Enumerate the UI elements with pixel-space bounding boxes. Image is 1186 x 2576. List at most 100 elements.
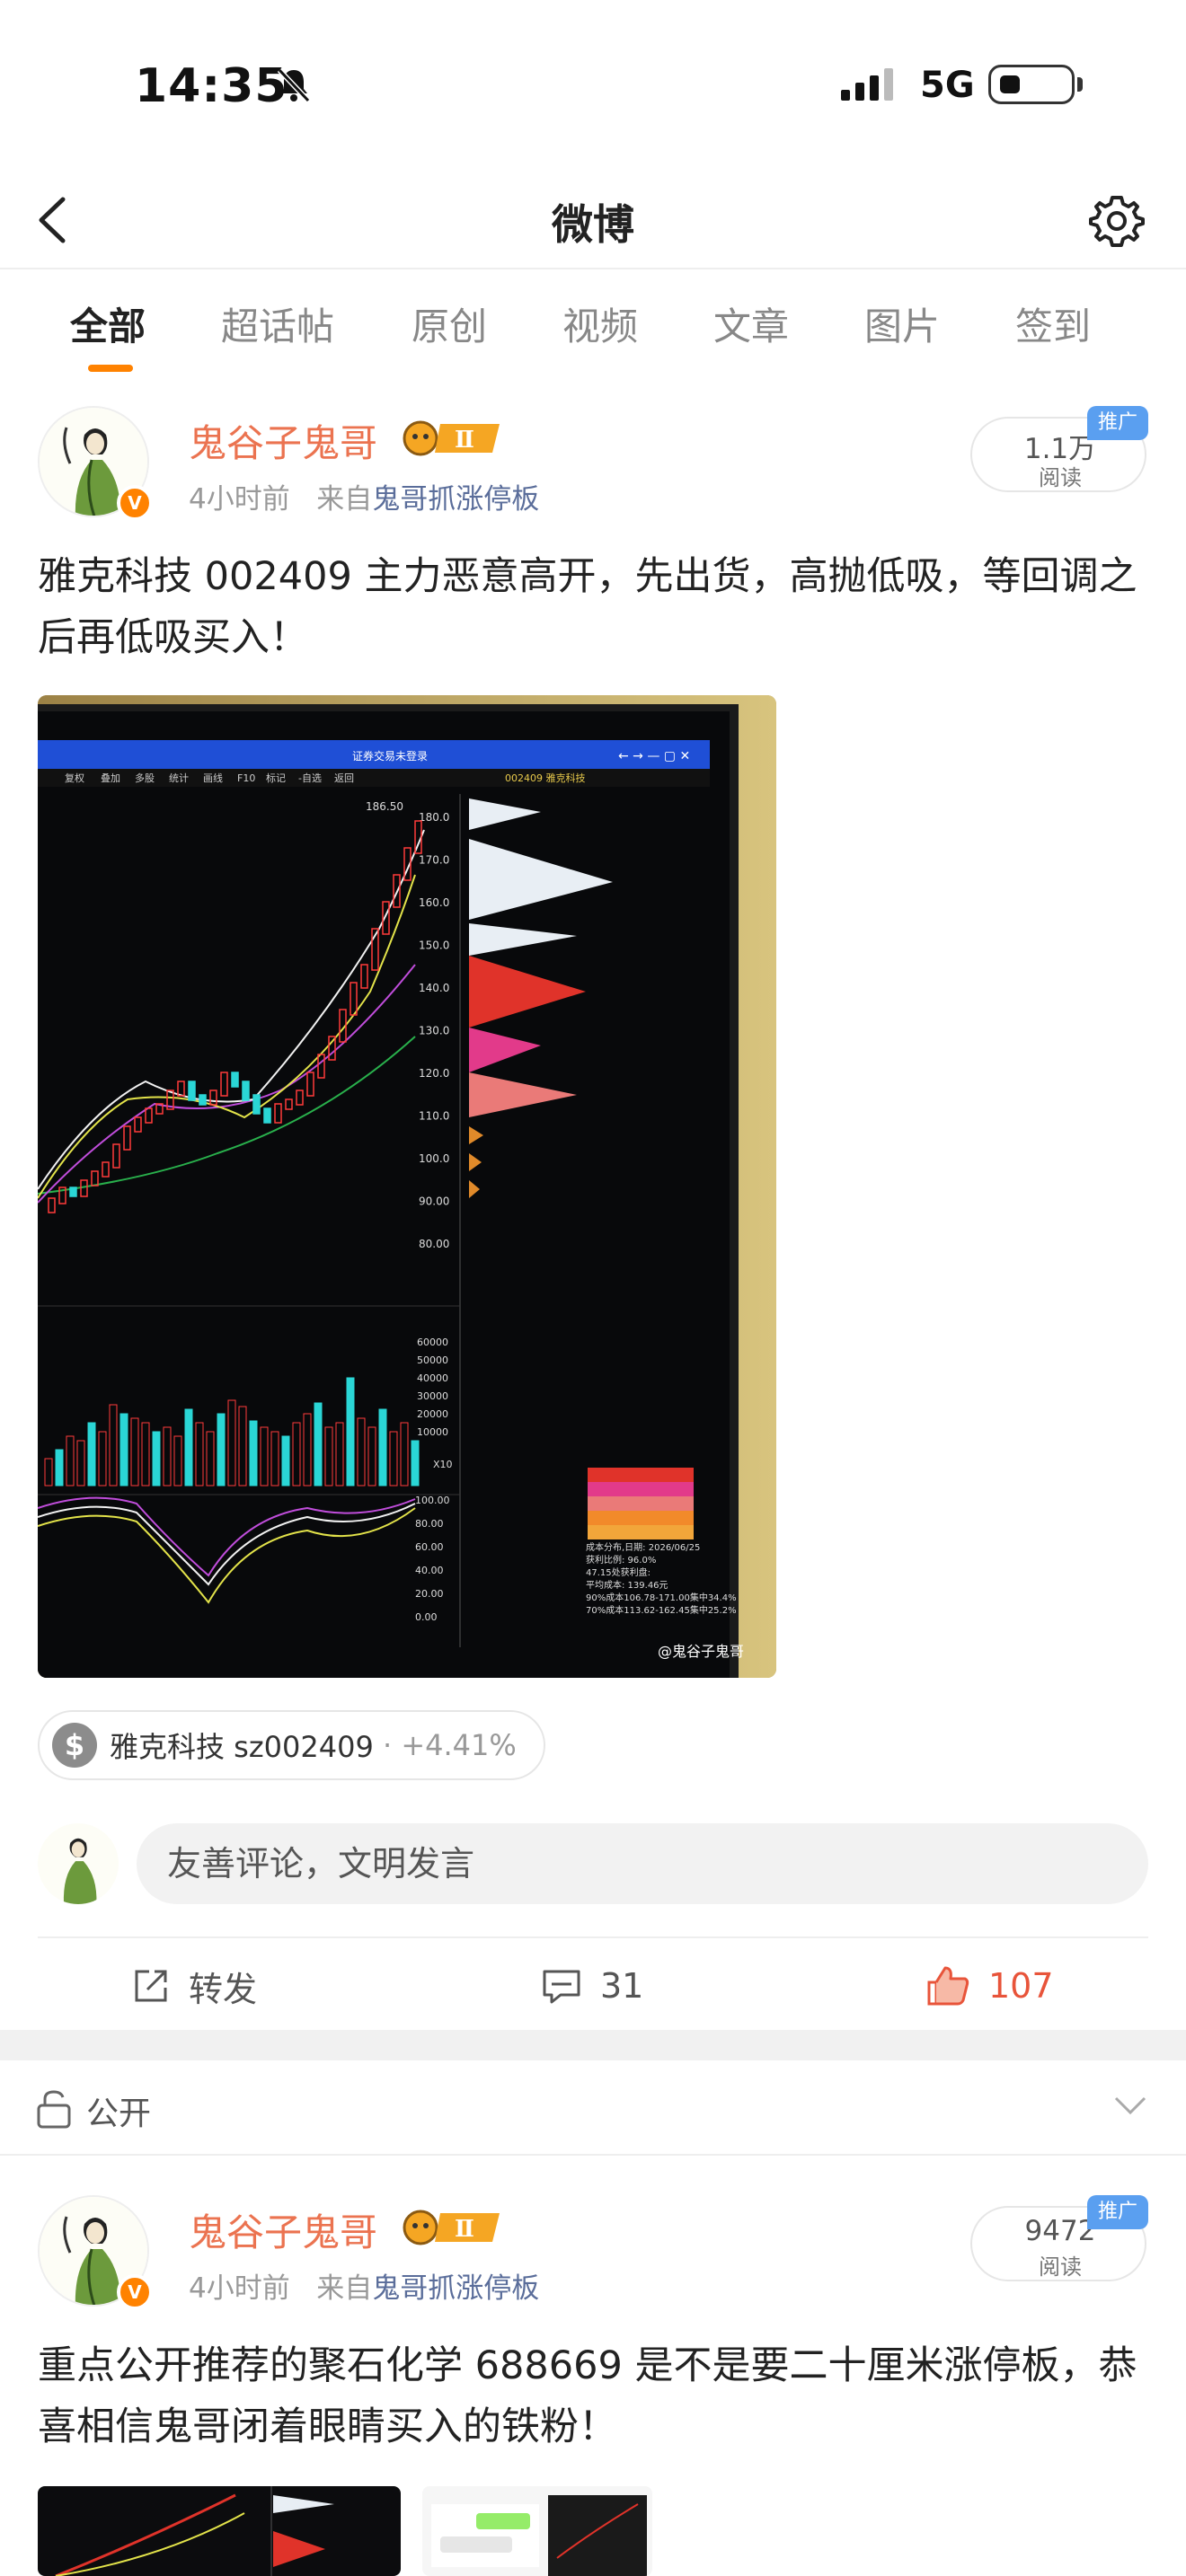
volume-bar <box>184 1408 193 1486</box>
oscillator-tick-label: 40.00 <box>415 1565 444 1576</box>
post-source[interactable]: 鬼哥抓涨停板 <box>372 483 539 516</box>
repost-button[interactable]: 转发 <box>131 1962 257 2010</box>
active-tab-indicator <box>88 365 133 372</box>
chevron-down-icon[interactable] <box>1112 2093 1148 2120</box>
username[interactable]: 鬼谷子鬼哥 <box>189 413 377 468</box>
price-tick-label: 160.0 <box>419 896 449 909</box>
volume-unit: X10 <box>433 1459 453 1470</box>
tab-article[interactable]: 文章 <box>713 296 789 351</box>
post-image-thumb[interactable] <box>422 2486 652 2576</box>
verified-badge: V <box>117 485 153 521</box>
oscillator-tick-label: 20.00 <box>415 1588 444 1600</box>
status-bar: 14:35 5G <box>0 0 1186 171</box>
volume-bar <box>55 1449 64 1486</box>
stock-chart-photo: 证券交易未登录 ← → — ▢ ✕ 复权 叠加 多股 统计 画线 F10 标记 … <box>38 695 776 1678</box>
volume-bar <box>411 1440 420 1486</box>
dollar-icon: $ <box>52 1723 97 1768</box>
image-watermark: @鬼谷子鬼哥 <box>658 1643 744 1660</box>
candlestick <box>252 1094 261 1115</box>
tab-all[interactable]: 全部 <box>70 296 146 351</box>
tab-checkin[interactable]: 签到 <box>1015 296 1091 351</box>
post-image[interactable]: 证券交易未登录 ← → — ▢ ✕ 复权 叠加 多股 统计 画线 F10 标记 … <box>38 695 776 1678</box>
price-tick-label: 110.0 <box>419 1110 449 1123</box>
stock-chip[interactable]: $ 雅克科技 sz002409 · +4.41% <box>38 1710 545 1780</box>
page-title: 微博 <box>552 200 634 249</box>
comment-icon <box>543 1970 580 2004</box>
level-badge-icon: Ⅱ <box>403 420 500 456</box>
tab-images[interactable]: 图片 <box>864 296 940 351</box>
menu-item: 画线 <box>203 772 223 784</box>
visibility-row[interactable]: 公开 <box>0 2060 1186 2156</box>
chip-info-line: 获利比例: 96.0% <box>586 1554 656 1566</box>
menu-item: 多股 <box>135 772 155 784</box>
post-meta: 4小时前 来自鬼哥抓涨停板 <box>189 476 539 516</box>
volume-tick-label: 50000 <box>417 1354 448 1366</box>
oscillator-tick-label: 80.00 <box>415 1518 444 1530</box>
commenter-avatar <box>38 1823 119 1904</box>
post-text[interactable]: 雅克科技 002409 主力恶意高开，先出货，高抛低吸，等回调之后再低吸买入！ <box>38 546 1152 668</box>
post-time: 4小时前 <box>189 2272 290 2305</box>
price-tick-label: 90.00 <box>419 1195 449 1208</box>
avatar-figure-icon <box>38 1823 119 1904</box>
promo-tag: 推广 <box>1087 2195 1148 2229</box>
comment-count: 31 <box>600 1966 644 2006</box>
post-source[interactable]: 鬼哥抓涨停板 <box>372 2272 539 2305</box>
chip-info-line: 70%成本113.62-162.45集中25.2% <box>586 1604 737 1616</box>
volume-bar <box>217 1413 226 1486</box>
nav-bar: 微博 <box>0 171 1186 269</box>
username[interactable]: 鬼谷子鬼哥 <box>189 2202 377 2257</box>
comment-input[interactable]: 友善评论，文明发言 <box>137 1823 1148 1904</box>
oscillator-tick-label: 100.00 <box>415 1495 450 1506</box>
chip-info-line: 47.15处获利盘: <box>586 1566 651 1578</box>
tab-video[interactable]: 视频 <box>562 296 638 351</box>
price-tick-label: 130.0 <box>419 1025 449 1037</box>
menu-item: -自选 <box>298 772 322 784</box>
tab-super-topic[interactable]: 超话帖 <box>221 296 334 351</box>
volume-tick-label: 10000 <box>417 1426 448 1438</box>
post-actions: 转发 31 107 <box>38 1936 1148 2026</box>
status-time: 14:35 <box>135 59 288 113</box>
repost-icon <box>135 1970 167 2002</box>
like-button[interactable]: 107 <box>925 1962 1054 2010</box>
menu-item: 叠加 <box>101 772 120 784</box>
chart-thumbnail <box>55 2486 334 2576</box>
chip-info-line: 90%成本106.78-171.00集中34.4% <box>586 1592 737 1603</box>
unlock-icon <box>37 2090 71 2129</box>
stock-name: 雅克科技 sz002409 <box>110 1730 374 1764</box>
volume-bar <box>87 1422 96 1486</box>
volume-bar <box>152 1431 161 1486</box>
comment-button[interactable]: 31 <box>541 1962 643 2010</box>
chip-info-line: 平均成本: 139.46元 <box>586 1579 668 1591</box>
menu-item: 复权 <box>65 772 84 784</box>
price-tick-label: 150.0 <box>419 940 449 952</box>
menu-item: 统计 <box>169 772 189 784</box>
candlestick <box>188 1081 196 1101</box>
volume-tick-label: 60000 <box>417 1337 448 1348</box>
filter-tabs: 全部 超话帖 原创 视频 文章 图片 签到 <box>0 269 1186 377</box>
tab-original[interactable]: 原创 <box>412 296 487 351</box>
verified-badge: V <box>117 2274 153 2310</box>
thumbs-up-icon <box>927 1966 969 2006</box>
volume-bar <box>281 1435 290 1486</box>
menu-item: F10 <box>237 772 255 784</box>
menu-item: 返回 <box>334 772 354 784</box>
read-label: 阅读 <box>1039 465 1082 490</box>
price-tick-label: 120.0 <box>419 1067 449 1080</box>
price-tick-label: 100.0 <box>419 1152 449 1165</box>
section-divider <box>0 2030 1186 2060</box>
repost-label: 转发 <box>189 1969 258 2009</box>
like-count: 107 <box>988 1966 1054 2006</box>
candlestick <box>242 1081 250 1101</box>
price-tick-label: 140.0 <box>419 982 449 994</box>
chip-info-line: 成本分布,日期: 2026/06/25 <box>586 1541 700 1553</box>
oscillator-tick-label: 60.00 <box>415 1541 444 1553</box>
level-text: Ⅱ <box>455 2216 474 2243</box>
post-image-thumb[interactable] <box>38 2486 401 2576</box>
gear-icon[interactable] <box>1087 190 1146 250</box>
post-meta: 4小时前 来自鬼哥抓涨停板 <box>189 2265 539 2306</box>
post-text[interactable]: 重点公开推荐的聚石化学 688669 是不是要二十厘米涨停板，恭喜相信鬼哥闭着眼… <box>38 2335 1152 2457</box>
candlestick <box>263 1107 271 1124</box>
source-prefix: 来自 <box>316 483 373 516</box>
window-title: 证券交易未登录 <box>352 749 428 763</box>
level-text: Ⅱ <box>455 427 474 454</box>
